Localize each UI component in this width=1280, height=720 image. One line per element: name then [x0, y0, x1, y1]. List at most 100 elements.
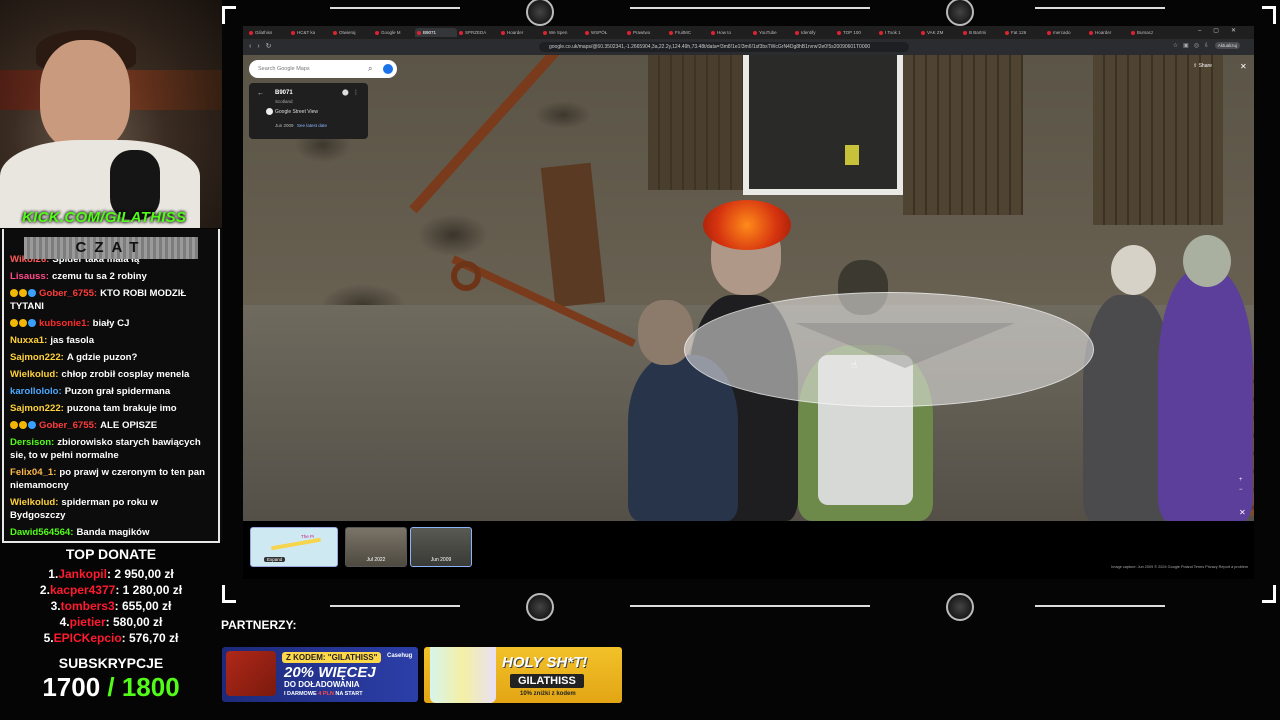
profile-update-button[interactable]: Aktualizuj [1214, 42, 1240, 49]
chat-badges-icon [10, 419, 37, 432]
browser-tab[interactable]: Otwieraj [331, 28, 373, 37]
place-title: B9071 [275, 90, 293, 96]
extension-icons[interactable]: ☆▣◎⇩ [1173, 42, 1214, 49]
chat-username[interactable]: Dawid564564: [10, 527, 73, 538]
search-input[interactable]: Search Google Maps ⌕ [249, 60, 397, 78]
browser-tab[interactable]: YouTube [751, 28, 793, 37]
search-placeholder: Search Google Maps [258, 66, 310, 72]
holy-banner: HOLY SH*T! GILATHISS 10% zniżki z kodem [424, 647, 622, 703]
browser-tab[interactable]: Fat 126 [1003, 28, 1045, 37]
frame-corner-top-right [1262, 6, 1276, 24]
browser-tab[interactable]: FruitMC [667, 28, 709, 37]
browser-tab[interactable]: How to [709, 28, 751, 37]
webcam-feed [0, 0, 222, 228]
chat-username[interactable]: Sajmon222: [10, 403, 64, 414]
see-latest-date-link[interactable]: See latest date [297, 123, 327, 128]
donor-rank: 1. [48, 567, 59, 581]
timeline-thumbnail-selected[interactable]: Jun 2009 [410, 527, 472, 567]
chat-text: jas fasola [50, 335, 95, 346]
browser-tab[interactable]: VAK ZM [919, 28, 961, 37]
map-place-label: The Pi [301, 534, 315, 539]
chat-username[interactable]: kubsonie1: [39, 318, 90, 329]
zoom-controls[interactable]: + − [1239, 475, 1249, 495]
chat-username[interactable]: Gober_6755: [39, 420, 97, 431]
chat-username[interactable]: Dersison: [10, 437, 54, 448]
street-view-icon [266, 108, 273, 115]
back-arrow-icon[interactable]: ← [257, 90, 264, 97]
treasure-chest-icon [226, 651, 276, 696]
badge-icon [10, 421, 18, 429]
street-view-panorama[interactable]: ☝ Search Google Maps ⌕ ← B9071 Scotland … [243, 55, 1254, 521]
chat-message: Gober_6755: KTO ROBI MODZIŁ TYTANI [10, 287, 214, 313]
street-view-cursor-ellipse[interactable] [684, 292, 1094, 407]
chat-username[interactable]: karollololo: [10, 386, 62, 397]
url-field[interactable]: google.co.uk/maps/@60.3502341,-1.2665904… [539, 42, 909, 52]
chat-username[interactable]: Wielkolud: [10, 497, 58, 508]
browser-tab[interactable]: Identify [793, 28, 835, 37]
casehug-bonus-c: NA START [333, 691, 363, 697]
close-icon[interactable]: ✕ [1240, 62, 1247, 71]
browser-tab[interactable]: mercado [1045, 28, 1087, 37]
time-travel-filmstrip: The Pi Expand Jul 2022 Jun 2009 ✕ Image … [243, 508, 1254, 579]
chat-username[interactable]: Felix04_1: [10, 467, 56, 478]
badge-icon [19, 421, 27, 429]
frame-corner-bottom-right [1262, 585, 1276, 603]
browser-tab[interactable]: B Bartmi [961, 28, 1003, 37]
chat-username[interactable]: Lisauss: [10, 271, 49, 282]
browser-tab[interactable]: Gilathiss [247, 28, 289, 37]
browser-tab[interactable]: SPRZEDA [457, 28, 499, 37]
badge-icon [19, 319, 27, 327]
browser-tab[interactable]: Prawtwo [625, 28, 667, 37]
donor-name: Jankopil [58, 567, 107, 581]
chat-username[interactable]: Sajmon222: [10, 352, 64, 363]
browser-tab[interactable]: We Spen [541, 28, 583, 37]
frame-logo-icon [526, 0, 554, 26]
nav-buttons[interactable]: ‹›↻ [249, 42, 278, 50]
directions-icon[interactable] [383, 64, 393, 74]
mini-map-thumbnail[interactable]: The Pi Expand [250, 527, 338, 567]
donor-rank: 2. [39, 583, 50, 597]
browser-tab[interactable]: I Took 1 [877, 28, 919, 37]
browser-tab[interactable]: Hoarder [1087, 28, 1129, 37]
chat-username[interactable]: Nuxxa1: [10, 335, 47, 346]
donor-row: 2.kacper4377: 1 280,00 zł [39, 583, 183, 597]
chat-title: CZAT [24, 237, 198, 259]
browser-tab[interactable]: TOP 100 [835, 28, 877, 37]
chat-message: Wielkolud: spiderman po roku w Bydgoszczy [10, 496, 214, 522]
donor-amount: 580,00 zł [113, 615, 163, 629]
donor-amount: 1 280,00 zł [122, 583, 183, 597]
timeline-thumbnail[interactable]: Jul 2022 [345, 527, 407, 567]
expand-button[interactable]: Expand [264, 557, 286, 562]
address-bar: ‹›↻ google.co.uk/maps/@60.3502341,-1.266… [243, 39, 1254, 55]
chat-message: kubsonie1: biały CJ [10, 317, 214, 330]
browser-tab[interactable]: Google M [373, 28, 415, 37]
pin-icon[interactable]: ⬤ [342, 89, 349, 96]
casehug-bonus-a: I DARMOWE [284, 691, 319, 697]
badge-icon [10, 319, 18, 327]
close-filmstrip-icon[interactable]: ✕ [1239, 508, 1246, 517]
browser-tab[interactable]: HC&T ka [289, 28, 331, 37]
chat-text: A gdzie puzon? [66, 352, 138, 363]
chat-username[interactable]: Gober_6755: [39, 288, 97, 299]
person-head [1183, 235, 1231, 287]
casehug-logo: Casehug [387, 653, 413, 659]
share-button[interactable]: ⇪ Share [1193, 63, 1212, 69]
more-options-icon[interactable]: ⋮ [353, 89, 359, 96]
browser-tab[interactable]: B9071 [415, 28, 457, 37]
mouse-pointer-icon: ☝ [851, 360, 858, 371]
chat-username[interactable]: Wielkolud: [10, 369, 58, 380]
share-label: Share [1198, 63, 1212, 69]
top-donate-panel: TOP DONATE [0, 544, 222, 562]
donor-name: EPICKepcio [53, 631, 122, 645]
frame-line-top [1035, 7, 1165, 9]
browser-tab[interactable]: Bursacz [1129, 28, 1171, 37]
subscriptions-counter: 1700 / 1800 [0, 672, 222, 703]
search-icon[interactable]: ⌕ [368, 60, 372, 78]
frame-logo-icon [946, 593, 974, 621]
browser-tab[interactable]: WSPÓŁ [583, 28, 625, 37]
browser-tab[interactable]: Hoarder [499, 28, 541, 37]
donor-name: tombers3 [60, 599, 115, 613]
window-controls[interactable]: –▢✕ [1198, 27, 1248, 34]
frame-corner-top-left [222, 6, 236, 24]
chat-badges-icon [10, 317, 37, 330]
